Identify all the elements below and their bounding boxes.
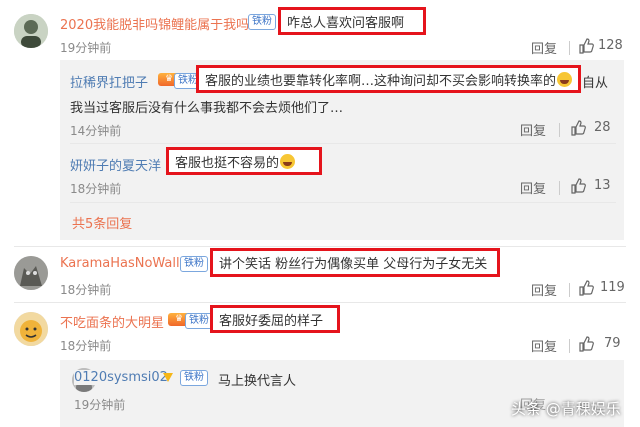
comment-text: 客服好委屈的样子 — [219, 313, 324, 329]
reply-username[interactable]: 0120sysmsi02 — [74, 370, 168, 385]
timestamp: 18分钟前 — [60, 339, 112, 353]
fan-badge: 铁粉 — [248, 14, 276, 30]
verified-icon — [161, 370, 175, 384]
comment-text: 讲个笑话 粉丝行为偶像买单 父母行为子女无关 — [219, 257, 488, 272]
highlighted-comment-text: 讲个笑话 粉丝行为偶像买单 父母行为子女无关 — [210, 248, 500, 277]
reply-username[interactable]: 拉稀界扛把子 — [70, 72, 148, 91]
divider — [559, 181, 560, 195]
thumbs-up-icon[interactable] — [578, 336, 594, 352]
thumbs-up-icon[interactable] — [570, 178, 586, 194]
timestamp: 14分钟前 — [70, 124, 122, 138]
divider — [569, 339, 570, 353]
reply-text: 马上换代言人 — [218, 374, 297, 389]
grin-emoji — [280, 153, 296, 169]
timestamp: 19分钟前 — [60, 41, 112, 55]
reply-text-suffix: 自从 — [582, 76, 609, 91]
divider — [70, 202, 616, 203]
avatar[interactable] — [14, 312, 48, 346]
highlighted-comment-text: 咋总人喜欢问客服啊 — [278, 7, 426, 35]
timestamp: 19分钟前 — [74, 398, 126, 412]
comment-text: 咋总人喜欢问客服啊 — [287, 15, 405, 31]
like-count: 28 — [594, 120, 611, 135]
reply-button[interactable]: 回复 — [520, 178, 546, 197]
timestamp: 18分钟前 — [70, 182, 122, 196]
username[interactable]: KaramaHasNoWalls — [60, 256, 186, 271]
avatar[interactable] — [14, 256, 48, 290]
more-replies-link[interactable]: 共5条回复 — [72, 213, 132, 232]
thumbs-up-icon[interactable] — [578, 38, 594, 54]
username[interactable]: 不吃面条的大明星 — [60, 312, 164, 331]
fan-badge: 铁粉 — [180, 370, 208, 386]
divider — [569, 41, 570, 55]
fan-badge: 铁粉 — [180, 256, 208, 272]
divider — [70, 143, 616, 144]
thumbs-up-icon[interactable] — [578, 280, 594, 296]
reply-text: 客服也挺不容易的 — [175, 155, 280, 171]
sad-face-emoji — [557, 71, 572, 87]
divider — [14, 246, 626, 247]
reply-button[interactable]: 回复 — [531, 38, 557, 57]
thumbs-up-icon[interactable] — [570, 120, 586, 136]
highlighted-reply-text: 客服的业绩也要靠转化率啊…这种询问却不买会影响转换率的 — [196, 65, 581, 93]
username[interactable]: 2020我能脱非吗锦鲤能属于我吗 — [60, 14, 249, 33]
avatar[interactable] — [14, 14, 48, 48]
like-count: 13 — [594, 178, 611, 193]
like-count: 119 — [600, 280, 625, 295]
fan-badge: 铁粉 — [185, 313, 213, 329]
timestamp: 18分钟前 — [60, 283, 112, 297]
divider — [569, 283, 570, 297]
watermark: 头条 @青稞娱乐 — [511, 400, 621, 418]
highlighted-comment-text: 客服好委屈的样子 — [210, 305, 340, 333]
reply-button[interactable]: 回复 — [531, 280, 557, 299]
reply-button[interactable]: 回复 — [531, 336, 557, 355]
highlighted-reply-text: 客服也挺不容易的 — [166, 147, 322, 175]
divider — [14, 302, 626, 303]
reply-username[interactable]: 妍妍子的夏天洋 — [70, 155, 161, 174]
divider — [559, 123, 560, 137]
reply-button[interactable]: 回复 — [520, 120, 546, 139]
like-count: 128 — [598, 38, 623, 53]
like-count: 79 — [604, 336, 621, 351]
reply-text-line2: 我当过客服后没有什么事我都不会去烦他们了… — [70, 101, 344, 116]
reply-text: 客服的业绩也要靠转化率啊…这种询问却不买会影响转换率的 — [205, 73, 557, 89]
